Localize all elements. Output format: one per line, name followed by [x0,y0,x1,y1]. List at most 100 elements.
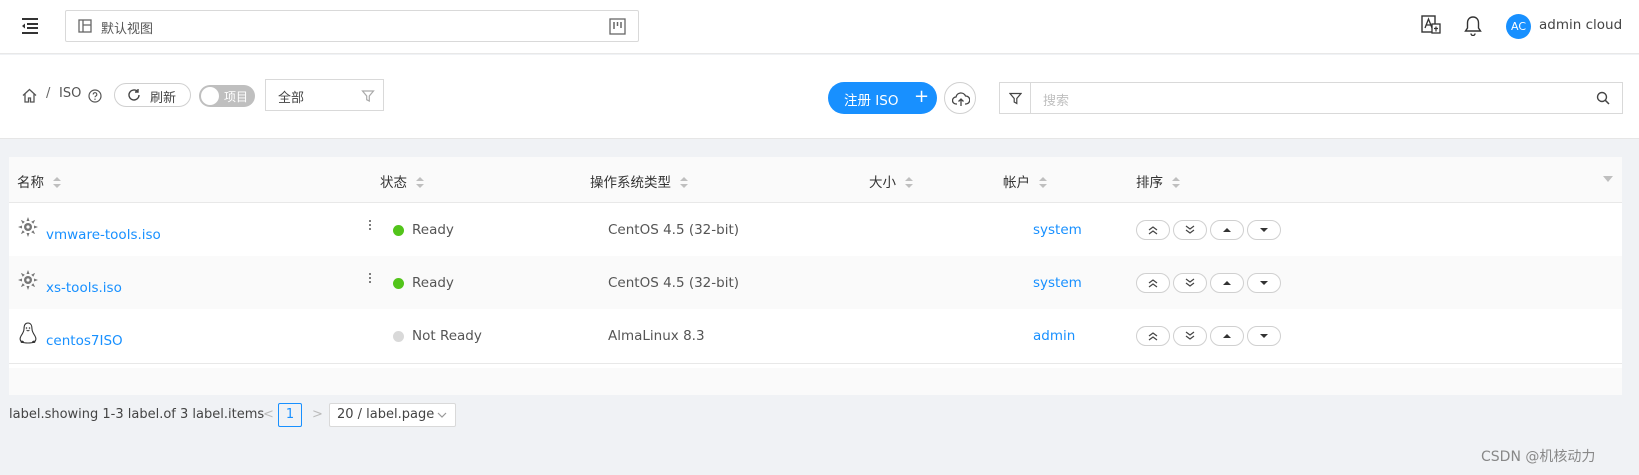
page-number[interactable]: 1 [278,403,302,427]
search-filter-button[interactable] [999,82,1031,114]
page-size-select[interactable]: 20 / label.page [329,403,456,427]
board-icon[interactable] [609,18,626,35]
move-down-button[interactable] [1247,220,1281,240]
top-bar: 默认视图 AC admin cloud [0,0,1639,54]
question-icon[interactable] [88,89,102,103]
home-icon[interactable] [21,87,38,104]
double-down-icon [1185,225,1195,234]
username[interactable]: admin cloud [1539,17,1622,33]
gear-os-icon [17,269,39,291]
caret-down-icon [1260,334,1268,338]
move-up-button[interactable] [1210,326,1244,346]
column-os-label: 操作系统类型 [590,175,671,191]
project-toggle[interactable]: 项目 [199,85,255,107]
table-row: centos7ISO Not Ready AlmaLinux 8.3 admin [9,309,1622,364]
account-link[interactable]: system [1033,275,1082,291]
linux-penguin-icon [17,322,39,344]
avatar[interactable]: AC [1506,14,1531,39]
prev-page-icon[interactable]: < [263,407,274,422]
column-header-name[interactable]: 名称 [17,171,61,191]
move-top-button[interactable] [1136,273,1170,293]
more-actions-icon[interactable] [364,271,376,291]
refresh-label: 刷新 [150,91,177,106]
move-bottom-button[interactable] [1173,220,1207,240]
caret-up-icon [1223,334,1231,338]
view-selector[interactable]: 默认视图 [65,10,639,42]
sort-icon [53,177,61,189]
search-input[interactable]: 搜索 [1030,82,1623,114]
caret-up-icon [1223,281,1231,285]
breadcrumb-iso: ISO [59,86,82,101]
refresh-icon [127,88,141,102]
filter-icon [1009,92,1022,105]
filter-icon [361,89,375,103]
double-up-icon [1148,332,1158,341]
column-header-size[interactable]: 大小 [869,171,913,191]
page-size-value: 20 / label.page [337,407,435,422]
table-row: xs-tools.iso Ready CentOS 4.5 (32-bit) s… [9,256,1622,311]
account-link[interactable]: system [1033,222,1082,238]
register-iso-button[interactable]: 注册 ISO + [828,82,937,114]
move-up-button[interactable] [1210,220,1244,240]
column-header-os-type[interactable]: 操作系统类型 [590,171,688,191]
bell-icon[interactable] [1463,14,1483,37]
table-footer-space [9,368,1622,395]
cloud-upload-icon [952,92,970,106]
toggle-knob [201,87,219,105]
caret-up-icon [1223,228,1231,232]
move-down-button[interactable] [1247,326,1281,346]
move-bottom-button[interactable] [1173,326,1207,346]
move-up-button[interactable] [1210,273,1244,293]
layout-icon [78,19,92,33]
double-up-icon [1148,279,1158,288]
scope-select[interactable]: 全部 [265,79,384,111]
search-placeholder: 搜索 [1043,94,1070,109]
column-header-status[interactable]: 状态 [380,171,424,191]
pagination-summary: label.showing 1-3 label.of 3 label.items [9,407,265,422]
translate-icon[interactable] [1420,14,1442,36]
next-page-icon[interactable]: > [312,407,323,422]
sort-icon [1172,177,1180,189]
sort-icon [905,177,913,189]
pagination: label.showing 1-3 label.of 3 label.items… [9,403,469,427]
caret-down-icon [1260,228,1268,232]
iso-name-link[interactable]: vmware-tools.iso [46,227,161,243]
column-filter-icon[interactable] [1603,176,1613,182]
upload-button[interactable] [944,82,976,114]
more-actions-icon[interactable] [364,218,376,238]
watermark: CSDN @机核动力 [1481,449,1596,465]
caret-down-icon [1260,281,1268,285]
status-text: Ready [412,222,454,238]
plus-icon: + [914,86,930,107]
move-bottom-button[interactable] [1173,273,1207,293]
gear-os-icon [17,216,39,238]
account-link[interactable]: admin [1033,328,1075,344]
column-size-label: 大小 [869,175,896,191]
register-iso-label: 注册 ISO [844,93,899,109]
breadcrumb-separator: / [46,86,51,101]
status-dot [393,278,404,289]
refresh-button[interactable]: 刷新 [114,83,191,107]
column-status-label: 状态 [380,175,407,191]
search-icon[interactable] [1596,91,1610,109]
page-toolbar: / ISO 刷新 项目 全部 注册 ISO + 搜索 [0,55,1639,139]
iso-name-link[interactable]: xs-tools.iso [46,280,122,296]
status-dot [393,331,404,342]
move-top-button[interactable] [1136,326,1170,346]
move-down-button[interactable] [1247,273,1281,293]
view-selector-label: 默认视图 [101,22,154,37]
toggle-label: 项目 [224,90,249,104]
status-text: Not Ready [412,328,482,344]
move-top-button[interactable] [1136,220,1170,240]
status-dot [393,225,404,236]
column-order-label: 排序 [1136,175,1163,191]
status-text: Ready [412,275,454,291]
iso-name-link[interactable]: centos7ISO [46,333,123,349]
column-header-account[interactable]: 帐户 [1003,171,1047,191]
column-header-order[interactable]: 排序 [1136,171,1180,191]
sort-icon [416,177,424,189]
scope-select-value: 全部 [278,91,305,106]
os-type: AlmaLinux 8.3 [608,328,705,344]
double-up-icon [1148,226,1158,235]
menu-toggle-icon[interactable] [18,14,42,38]
